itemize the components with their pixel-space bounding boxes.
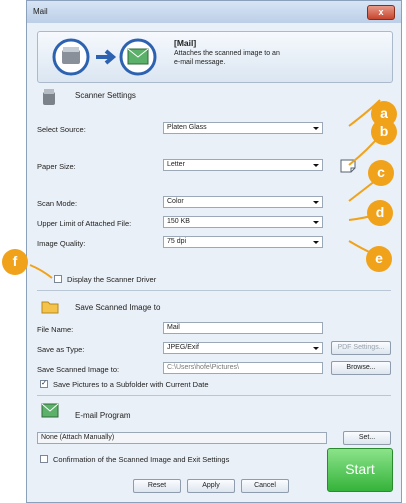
callout-d: d <box>367 200 393 226</box>
callout-f: f <box>2 249 28 275</box>
callout-c: c <box>368 160 394 186</box>
callout-lines <box>29 99 382 279</box>
callout-e: e <box>366 246 392 272</box>
callout-b: b <box>371 119 397 145</box>
